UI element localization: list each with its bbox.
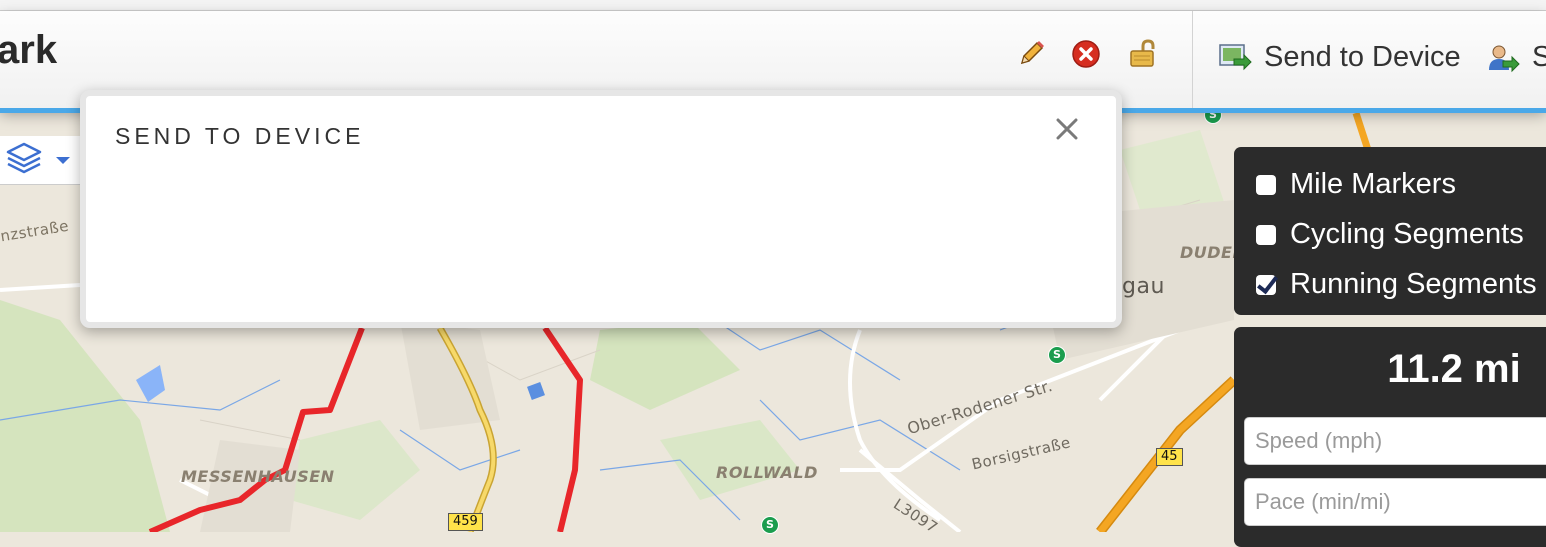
route-distance: 11.2 mi <box>1387 347 1521 391</box>
cycling-segments-checkbox[interactable] <box>1256 224 1276 245</box>
send-to-device-modal: SEND TO DEVICE <box>80 90 1122 328</box>
close-icon[interactable] <box>1052 114 1082 144</box>
route-stats-panel: 11.2 mi 8 <box>1234 327 1546 547</box>
layers-icon[interactable] <box>0 136 82 184</box>
chevron-down-icon <box>56 157 70 164</box>
top-rule <box>0 0 1546 11</box>
share-label: S <box>1532 41 1546 73</box>
running-segments-checkbox[interactable] <box>1256 274 1276 295</box>
sbahn-station-icon[interactable]: S <box>761 516 779 534</box>
running-segments-label: Running Segments <box>1290 268 1537 300</box>
send-to-device-label: Send to Device <box>1264 41 1461 73</box>
speed-field[interactable] <box>1244 417 1546 465</box>
speed-input[interactable] <box>1245 418 1546 464</box>
mile-markers-toggle[interactable]: Mile Markers <box>1256 168 1456 201</box>
share-user-icon <box>1489 45 1520 72</box>
route-shield-459: 459 <box>448 513 483 531</box>
pace-field[interactable]: 8 <box>1244 478 1546 526</box>
layer-switcher[interactable] <box>0 136 83 185</box>
send-to-device-button[interactable]: Send to Device <box>1218 41 1461 74</box>
send-to-device-icon <box>1219 43 1252 70</box>
route-shield-45: 45 <box>1156 448 1183 466</box>
mile-markers-label: Mile Markers <box>1290 168 1456 200</box>
cycling-segments-label: Cycling Segments <box>1290 218 1524 250</box>
modal-body <box>86 166 1116 316</box>
cycling-segments-toggle[interactable]: Cycling Segments <box>1256 218 1524 251</box>
map-label-rollwald: ROLLWALD <box>716 463 818 482</box>
delete-icon[interactable] <box>1071 39 1101 69</box>
running-segments-toggle[interactable]: Running Segments <box>1256 268 1537 301</box>
map-overlays-panel: Mile Markers Cycling Segments Running Se… <box>1234 147 1546 315</box>
modal-title: SEND TO DEVICE <box>115 123 365 149</box>
unlock-icon[interactable] <box>1128 39 1158 69</box>
mile-markers-checkbox[interactable] <box>1256 174 1276 195</box>
page-title: ark <box>0 28 58 72</box>
header-divider <box>1192 11 1193 108</box>
pencil-icon[interactable] <box>1016 39 1046 69</box>
map-label-messenhausen: MESSENHAUSEN <box>181 467 335 486</box>
share-button[interactable]: S <box>1486 41 1546 74</box>
map-label-town: gau <box>1122 274 1165 299</box>
pace-input[interactable] <box>1245 479 1546 525</box>
sbahn-station-icon[interactable]: S <box>1048 346 1066 364</box>
